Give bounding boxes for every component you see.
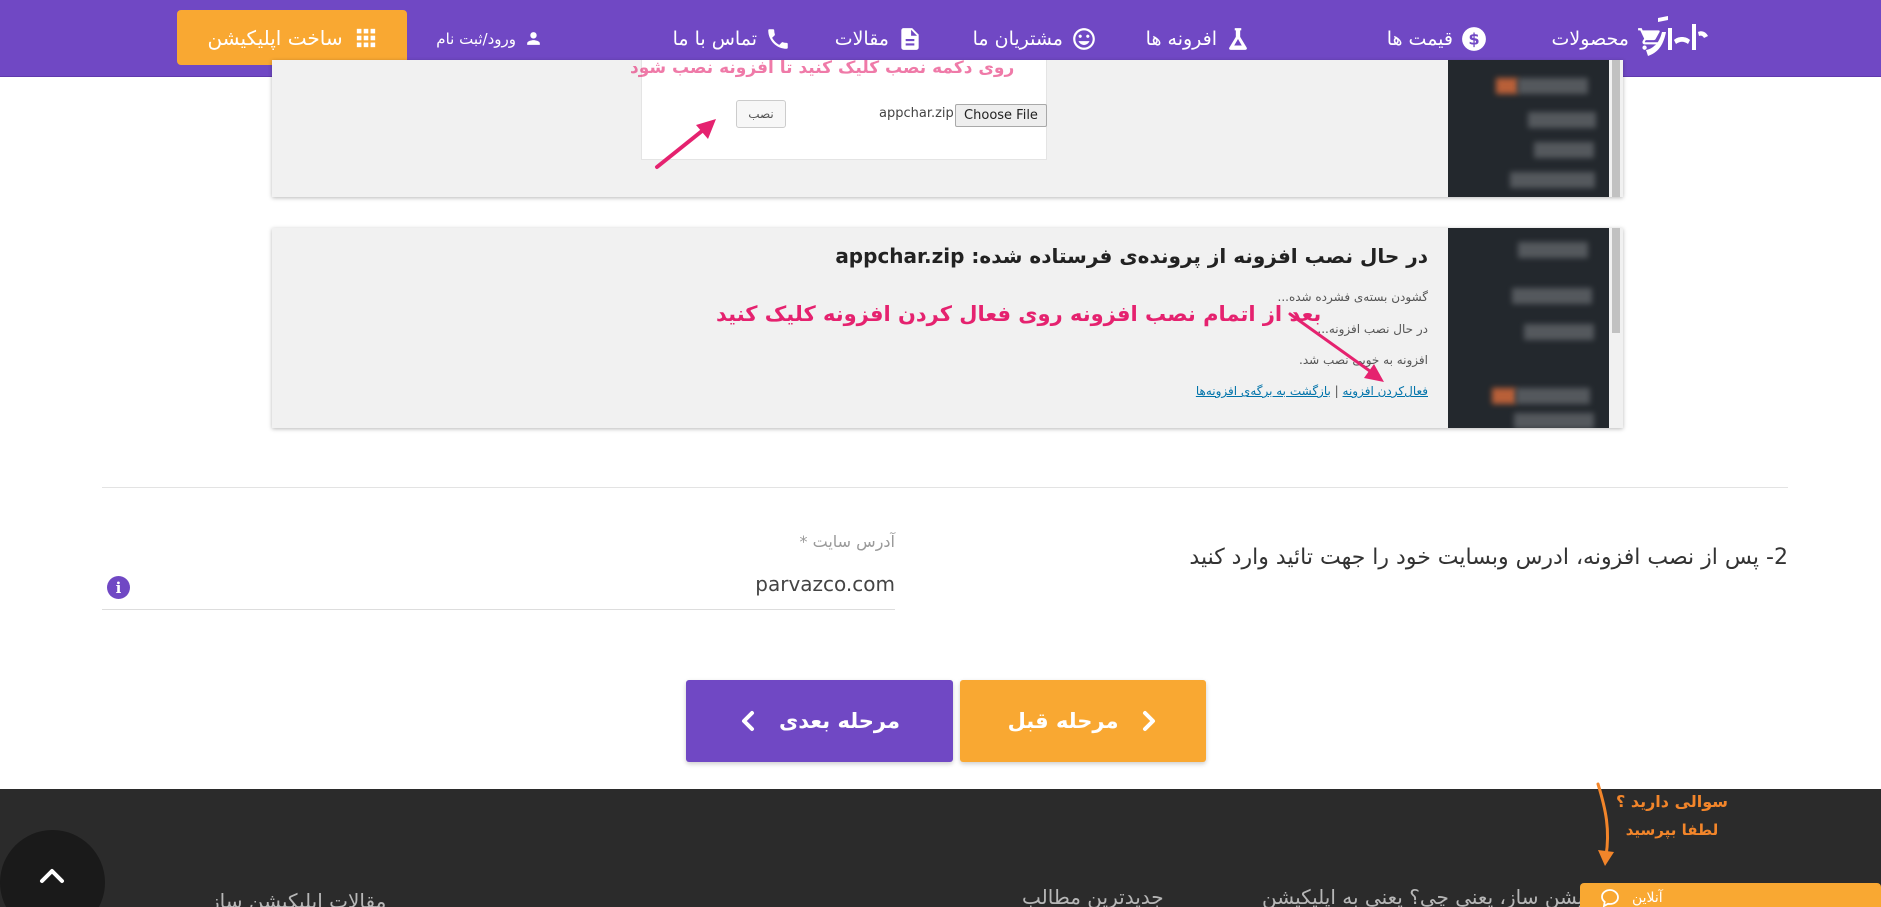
blurred-item xyxy=(1512,288,1592,304)
blurred-item xyxy=(1524,324,1594,340)
nav-articles-label: مقالات xyxy=(834,27,889,50)
chevron-left-icon xyxy=(742,711,755,731)
blurred-item xyxy=(1528,112,1596,128)
flask-icon xyxy=(1229,27,1247,50)
grid-icon xyxy=(356,28,375,47)
activate-annotation-text: بعد از اتمام نصب افزونه روی فعال کردن اف… xyxy=(716,302,1322,326)
chevron-right-icon xyxy=(1143,711,1156,731)
build-app-button[interactable]: ساخت اپلیکیشن xyxy=(177,10,407,65)
blurred-item xyxy=(1518,78,1588,94)
pink-arrow-icon xyxy=(655,119,716,169)
blurred-item xyxy=(1534,142,1594,158)
login-label: ورود/ثبت نام xyxy=(436,29,516,48)
smile-icon xyxy=(1073,27,1095,50)
blurred-item xyxy=(1518,242,1588,258)
next-step-button[interactable]: مرحله بعدی xyxy=(686,680,953,762)
chevron-up-icon xyxy=(40,869,64,883)
live-chat-tab[interactable]: آنلاین xyxy=(1580,883,1881,907)
admin-sidebar xyxy=(1448,60,1623,197)
installing-title: در حال نصب افزونه از پرونده‌ی فرستاده شد… xyxy=(835,244,1428,268)
blurred-item xyxy=(1514,413,1594,428)
info-icon[interactable]: i xyxy=(107,576,130,599)
previous-step-button[interactable]: مرحله قبل xyxy=(960,680,1206,762)
sidebar-scrollbar xyxy=(1609,60,1623,197)
nav-customers-label: مشتریان ما xyxy=(972,27,1063,50)
blurred-item xyxy=(1492,388,1516,404)
site-address-input[interactable] xyxy=(102,559,895,610)
previous-step-label: مرحله قبل xyxy=(1007,709,1119,733)
orange-arrow-icon xyxy=(1596,782,1614,866)
install-now-button: نصب xyxy=(736,100,786,128)
svg-text:$: $ xyxy=(1468,29,1479,48)
document-icon xyxy=(901,27,919,50)
pink-arrow-icon xyxy=(1288,312,1384,382)
footer-column-title: اپلیکیشن ساز، یعنی چی؟ یعنی به اپلیکیشن xyxy=(1262,885,1619,907)
tutorial-screenshot-upload: نصب appchar.zip Choose File روی دکمه نصب… xyxy=(272,60,1623,197)
blurred-item xyxy=(1496,78,1518,94)
choose-file-button: Choose File xyxy=(955,104,1047,127)
sidebar-scrollbar xyxy=(1609,228,1623,428)
footer-column-title: مقالات اپلیکیشن ساز xyxy=(210,889,387,907)
upload-annotation-text: روی دکمه نصب کلیک کنید تا افزونه نصب شود xyxy=(630,60,1015,78)
next-step-label: مرحله بعدی xyxy=(779,709,900,733)
phone-icon xyxy=(768,28,788,49)
section-divider xyxy=(102,487,1788,488)
footer-column-title: جدیدترین مطالب xyxy=(1022,885,1164,907)
admin-sidebar xyxy=(1448,228,1623,428)
blurred-item xyxy=(1510,172,1595,188)
dollar-icon: $ xyxy=(1462,26,1486,51)
nav-contact-label: تماس با ما xyxy=(672,27,757,50)
cart-icon xyxy=(1638,27,1660,50)
step-instruction: 2- پس از نصب افزونه، ادرس وبسایت خود را … xyxy=(1189,545,1788,570)
nav-products-label: محصولات xyxy=(1551,27,1629,50)
selected-file-name: appchar.zip xyxy=(879,106,954,121)
tutorial-screenshot-installing: در حال نصب افزونه از پرونده‌ی فرستاده شد… xyxy=(272,228,1623,428)
user-icon xyxy=(527,32,540,45)
site-address-label: آدرس سایت * xyxy=(799,532,895,551)
chat-label: آنلاین xyxy=(1632,890,1663,906)
blurred-item xyxy=(1516,388,1590,404)
nav-prices-label: قیمت ها xyxy=(1386,27,1453,50)
build-app-label: ساخت اپلیکیشن xyxy=(207,25,343,50)
nav-plugins-label: افرونه ها xyxy=(1145,27,1217,50)
chat-bubble-icon xyxy=(1601,889,1619,907)
